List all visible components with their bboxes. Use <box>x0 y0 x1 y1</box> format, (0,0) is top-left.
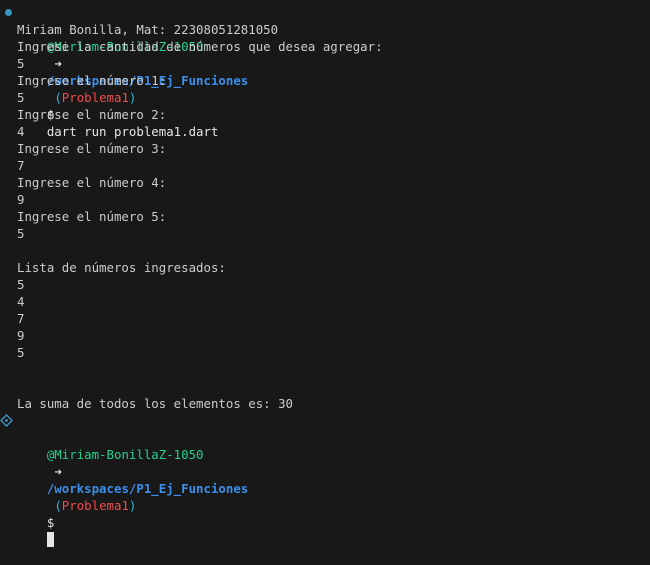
output-line: 9 <box>17 192 25 207</box>
output-line: Ingrese el número 5: <box>17 209 167 224</box>
prompt-dollar: $ <box>46 515 55 530</box>
output-line: La suma de todos los elementos es: 30 <box>17 396 294 411</box>
output-line: Ingrese el número 4: <box>17 175 167 190</box>
terminal-cursor[interactable] <box>46 532 54 547</box>
prompt-path: /workspaces/P1_Ej_Funciones <box>46 481 249 496</box>
prompt-line-1: @Miriam-BonillaZ-1050 ➜ /workspaces/P1_E… <box>0 4 650 139</box>
output-line: 4 <box>17 124 25 139</box>
branch-open-paren: ( <box>54 498 62 513</box>
output-line: 4 <box>17 294 25 309</box>
branch-close-paren: ) <box>128 498 137 513</box>
output-line: 7 <box>17 311 25 326</box>
output-line: Miriam Bonilla, Mat: 22308051281050 <box>17 22 279 37</box>
output-line: Ingrese el número 2: <box>17 107 167 122</box>
output-line: 7 <box>17 158 25 173</box>
output-line: 5 <box>17 56 25 71</box>
output-line: Ingrese la cantidad de números que desea… <box>17 39 383 54</box>
prompt-line-2: @Miriam-BonillaZ-1050 ➜ /workspaces/P1_E… <box>0 412 650 547</box>
output-line: 5 <box>17 345 25 360</box>
output-line: 5 <box>17 90 25 105</box>
command-decoration-diamond-icon[interactable] <box>0 414 13 427</box>
output-line: 5 <box>17 277 25 292</box>
output-line: 5 <box>17 226 25 241</box>
output-line: Lista de números ingresados: <box>17 260 226 275</box>
command-success-dot-icon[interactable] <box>5 9 12 16</box>
output-line: 9 <box>17 328 25 343</box>
prompt-user: @Miriam-BonillaZ-1050 <box>46 447 204 462</box>
terminal-panel[interactable]: @Miriam-BonillaZ-1050 ➜ /workspaces/P1_E… <box>0 4 650 547</box>
output-line: Ingrese el número 3: <box>17 141 167 156</box>
prompt-arrow-icon: ➜ <box>54 464 62 479</box>
output-line: Ingrese el número 1: <box>17 73 167 88</box>
prompt-branch: Problema1 <box>61 498 129 513</box>
